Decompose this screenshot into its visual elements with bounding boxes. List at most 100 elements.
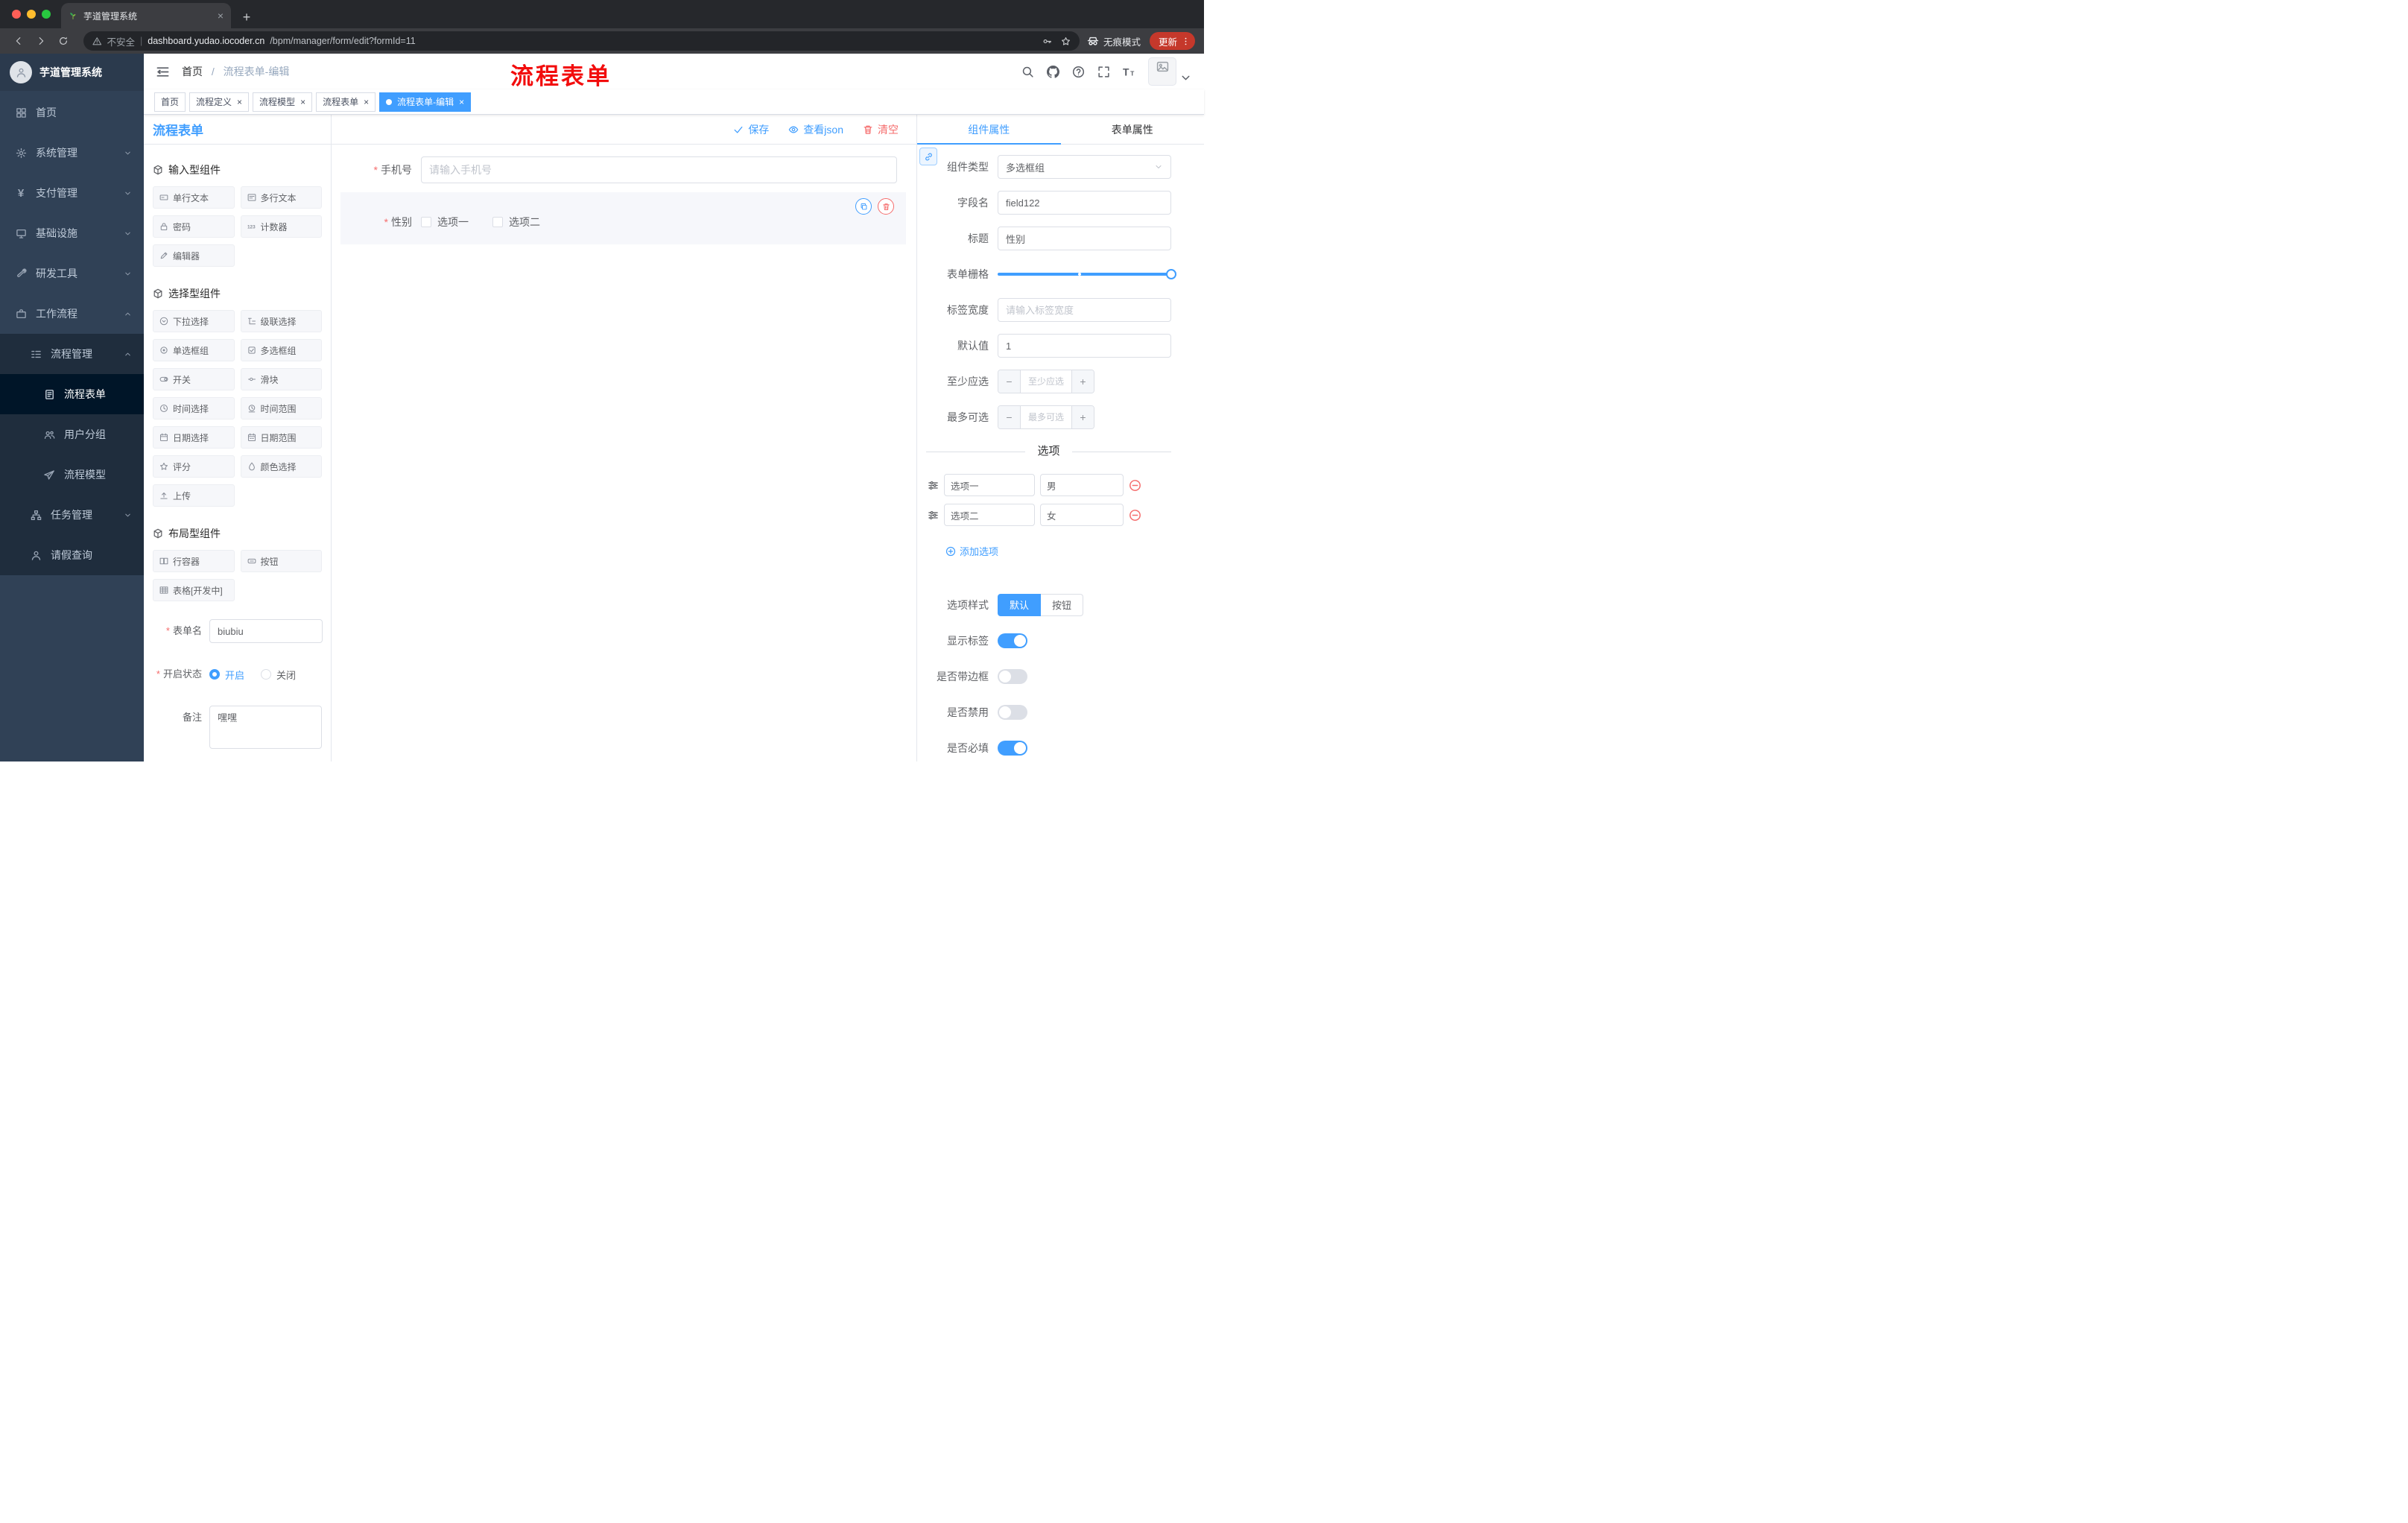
status-radio-on[interactable]: 开启 bbox=[209, 668, 244, 682]
close-icon[interactable]: × bbox=[300, 97, 305, 107]
required-switch[interactable] bbox=[998, 740, 1027, 756]
field-name-input[interactable] bbox=[998, 191, 1171, 215]
palette-component-item[interactable]: 日期选择 bbox=[153, 426, 235, 449]
sidebar-item-user-group[interactable]: 用户分组 bbox=[0, 414, 144, 455]
sidebar-item-workflow[interactable]: 工作流程 bbox=[0, 294, 144, 334]
reload-icon[interactable] bbox=[54, 31, 73, 51]
close-icon[interactable]: × bbox=[237, 97, 242, 107]
new-tab-button[interactable]: + bbox=[237, 6, 256, 28]
plus-button[interactable]: + bbox=[1072, 370, 1094, 393]
drag-handle-icon[interactable] bbox=[928, 480, 939, 491]
palette-component-item[interactable]: 单选框组 bbox=[153, 339, 235, 361]
tab-component-props[interactable]: 组件属性 bbox=[917, 115, 1061, 145]
canvas-field-phone[interactable]: 手机号 bbox=[340, 156, 907, 183]
minus-button[interactable]: − bbox=[998, 370, 1020, 393]
sidebar-item-devtools[interactable]: 研发工具 bbox=[0, 253, 144, 294]
palette-component-item[interactable]: 时间选择 bbox=[153, 397, 235, 419]
sidebar-logo[interactable]: 芋道管理系统 bbox=[0, 54, 144, 91]
option-value-input[interactable] bbox=[1040, 504, 1124, 526]
palette-component-item[interactable]: 按钮 bbox=[240, 550, 322, 572]
sidebar-item-payment[interactable]: ¥ 支付管理 bbox=[0, 173, 144, 213]
back-icon[interactable] bbox=[9, 31, 28, 51]
save-button[interactable]: 保存 bbox=[733, 122, 769, 137]
gender-option-2-checkbox[interactable]: 选项二 bbox=[492, 215, 540, 229]
sidebar-item-system[interactable]: 系统管理 bbox=[0, 133, 144, 173]
title-input[interactable] bbox=[998, 227, 1171, 250]
option-label-input[interactable] bbox=[944, 474, 1035, 496]
palette-component-item[interactable]: 多选框组 bbox=[240, 339, 322, 361]
link-icon[interactable] bbox=[919, 148, 937, 165]
palette-component-item[interactable]: 单行文本 bbox=[153, 186, 235, 209]
style-button-button[interactable]: 按钮 bbox=[1041, 593, 1084, 616]
sidebar-item-infra[interactable]: 基础设施 bbox=[0, 213, 144, 253]
hamburger-icon[interactable] bbox=[156, 65, 170, 79]
palette-component-item[interactable]: 评分 bbox=[153, 455, 235, 478]
window-close-button[interactable] bbox=[12, 10, 21, 19]
palette-component-item[interactable]: 滑块 bbox=[240, 368, 322, 390]
phone-input[interactable] bbox=[421, 156, 897, 183]
bookmark-star-icon[interactable] bbox=[1061, 37, 1071, 46]
address-bar[interactable]: 不安全 | dashboard.yudao.iocoder.cn/bpm/man… bbox=[83, 31, 1080, 51]
default-value-input[interactable] bbox=[998, 334, 1171, 358]
gender-option-1-checkbox[interactable]: 选项一 bbox=[421, 215, 469, 229]
font-size-icon[interactable]: TT bbox=[1123, 66, 1135, 78]
window-minimize-button[interactable] bbox=[27, 10, 36, 19]
sidebar-item-leave-query[interactable]: 请假查询 bbox=[0, 535, 144, 575]
form-name-input[interactable] bbox=[209, 619, 323, 643]
palette-component-item[interactable]: 时间范围 bbox=[240, 397, 322, 419]
form-canvas[interactable]: 手机号 性别 选项一 选项二 bbox=[332, 145, 916, 762]
browser-tab[interactable]: 芋道管理系统 × bbox=[61, 3, 231, 28]
sidebar-item-home[interactable]: 首页 bbox=[0, 92, 144, 133]
slider-handle[interactable] bbox=[1166, 269, 1176, 279]
window-zoom-button[interactable] bbox=[42, 10, 51, 19]
tag-home[interactable]: 首页 bbox=[154, 92, 186, 112]
palette-component-item[interactable]: 行容器 bbox=[153, 550, 235, 572]
search-icon[interactable] bbox=[1021, 66, 1034, 78]
component-type-select[interactable]: 多选框组 bbox=[998, 155, 1171, 179]
palette-component-item[interactable]: 下拉选择 bbox=[153, 310, 235, 332]
palette-component-item[interactable]: 级联选择 bbox=[240, 310, 322, 332]
drag-handle-icon[interactable] bbox=[928, 510, 939, 521]
tag-process-definition[interactable]: 流程定义 × bbox=[189, 92, 250, 112]
minus-button[interactable]: − bbox=[998, 406, 1020, 428]
clear-button[interactable]: 清空 bbox=[863, 122, 899, 137]
option-value-input[interactable] bbox=[1040, 474, 1124, 496]
user-avatar[interactable] bbox=[1148, 57, 1192, 86]
option-label-input[interactable] bbox=[944, 504, 1035, 526]
palette-component-item[interactable]: 颜色选择 bbox=[240, 455, 322, 478]
forward-icon[interactable] bbox=[31, 31, 51, 51]
update-button[interactable]: 更新 bbox=[1149, 32, 1195, 50]
show-label-switch[interactable] bbox=[998, 633, 1027, 648]
tag-process-form[interactable]: 流程表单 × bbox=[316, 92, 376, 112]
copy-component-icon[interactable] bbox=[855, 198, 872, 215]
delete-component-icon[interactable] bbox=[878, 198, 894, 215]
palette-component-item[interactable]: 123 计数器 bbox=[240, 215, 322, 238]
label-width-input[interactable] bbox=[998, 298, 1171, 322]
fullscreen-icon[interactable] bbox=[1097, 66, 1110, 78]
breadcrumb-home[interactable]: 首页 bbox=[182, 66, 203, 77]
help-icon[interactable] bbox=[1072, 66, 1085, 78]
add-option-button[interactable]: 添加选项 bbox=[945, 544, 998, 558]
form-remark-textarea[interactable]: 嘿嘿 bbox=[209, 706, 322, 749]
form-grid-slider[interactable] bbox=[998, 262, 1176, 286]
palette-component-item[interactable]: 多行文本 bbox=[240, 186, 322, 209]
key-icon[interactable] bbox=[1042, 37, 1052, 46]
remove-option-icon[interactable] bbox=[1129, 509, 1141, 522]
sidebar-item-task-mgmt[interactable]: 任务管理 bbox=[0, 495, 144, 535]
tag-process-form-edit[interactable]: 流程表单-编辑 × bbox=[379, 92, 472, 112]
close-icon[interactable]: × bbox=[459, 97, 464, 107]
tab-form-props[interactable]: 表单属性 bbox=[1061, 115, 1205, 144]
palette-component-item[interactable]: 开关 bbox=[153, 368, 235, 390]
sidebar-item-process-mgmt[interactable]: 流程管理 bbox=[0, 334, 144, 374]
more-menu-icon[interactable] bbox=[1181, 37, 1191, 46]
plus-button[interactable]: + bbox=[1072, 406, 1094, 428]
palette-component-item[interactable]: 表格[开发中] bbox=[153, 579, 235, 601]
disabled-switch[interactable] bbox=[998, 704, 1027, 720]
close-icon[interactable]: × bbox=[364, 97, 369, 107]
style-default-button[interactable]: 默认 bbox=[998, 593, 1042, 616]
palette-component-item[interactable]: 日期范围 bbox=[240, 426, 322, 449]
min-select-input[interactable] bbox=[1020, 370, 1072, 393]
status-radio-off[interactable]: 关闭 bbox=[261, 668, 296, 682]
palette-component-item[interactable]: 编辑器 bbox=[153, 244, 235, 267]
border-switch[interactable] bbox=[998, 668, 1027, 684]
